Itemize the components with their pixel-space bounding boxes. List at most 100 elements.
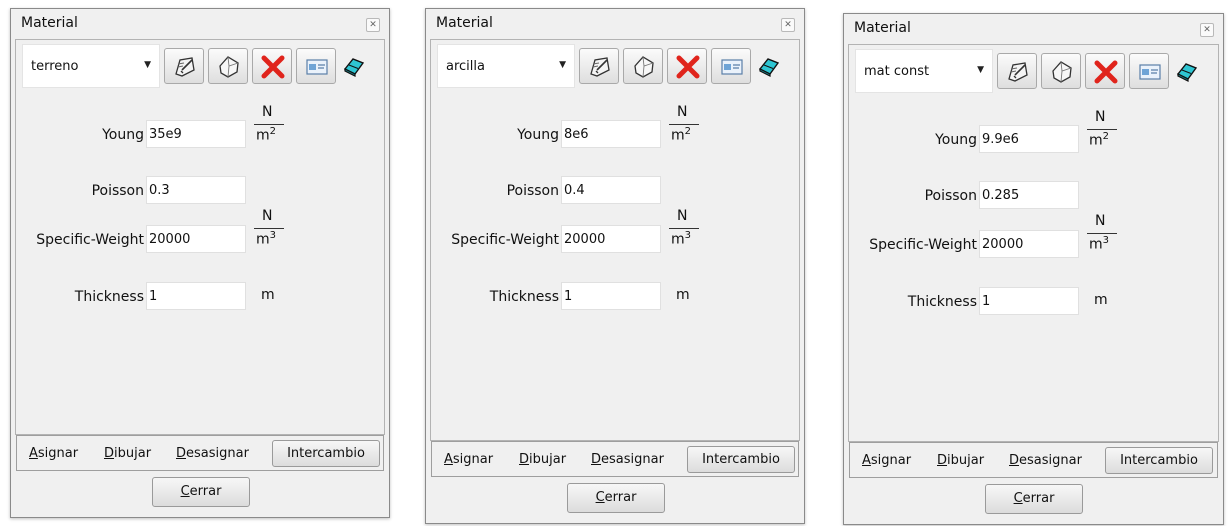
- thickness-field[interactable]: [146, 282, 246, 310]
- assign-accel: A: [444, 452, 453, 467]
- material-properties-icon: [306, 59, 328, 75]
- specific-weight-field[interactable]: [146, 225, 246, 253]
- specific-weight-unit-denominator: m3: [1089, 235, 1109, 253]
- material-content-area: arcilla ▼ Young 8e6 N m2 Poisson 0.4 Spe…: [430, 39, 800, 441]
- draw-link[interactable]: Dibujar: [519, 452, 566, 467]
- exchange-button[interactable]: Intercambio: [272, 440, 380, 467]
- close-window-icon[interactable]: ✕: [781, 18, 795, 32]
- edit-material-button[interactable]: [164, 48, 204, 84]
- specific-weight-label: Specific-Weight: [36, 232, 144, 248]
- poisson-field[interactable]: [979, 181, 1079, 209]
- material-select[interactable]: terreno ▼: [22, 44, 160, 88]
- edit-material-button[interactable]: [997, 53, 1037, 89]
- edit-material-icon: [1008, 62, 1028, 82]
- material-select[interactable]: mat const ▼: [855, 49, 993, 93]
- young-field[interactable]: [146, 120, 246, 148]
- specific-weight-unit-base: m: [256, 231, 270, 248]
- edit-material-icon: [590, 57, 610, 77]
- material-select-value: terreno: [31, 59, 79, 74]
- new-material-button[interactable]: [623, 48, 663, 84]
- draw-link[interactable]: Dibujar: [937, 453, 984, 468]
- unassign-accel: D: [1009, 453, 1020, 468]
- young-label: Young: [102, 127, 144, 143]
- close-accel: C: [595, 490, 605, 505]
- close-label-rest: errar: [1022, 491, 1055, 506]
- draw-link[interactable]: Dibujar: [104, 446, 151, 461]
- unassign-link[interactable]: Desasignar: [591, 452, 664, 467]
- material-properties-button[interactable]: [1129, 53, 1169, 89]
- exchange-button[interactable]: Intercambio: [1105, 447, 1213, 474]
- close-window-icon[interactable]: ✕: [1200, 23, 1214, 37]
- assign-link[interactable]: Asignar: [29, 446, 78, 461]
- material-select-value: arcilla: [446, 59, 485, 74]
- close-button[interactable]: Cerrar: [985, 484, 1083, 514]
- young-label: Young: [517, 127, 559, 143]
- specific-weight-field[interactable]: [561, 225, 661, 253]
- young-unit-numerator: N: [262, 104, 273, 120]
- young-unit-denominator: m2: [1089, 131, 1109, 149]
- close-label-rest: errar: [604, 490, 637, 505]
- young-label: Young: [935, 132, 977, 148]
- young-field[interactable]: [561, 120, 661, 148]
- unassign-label-rest: esasignar: [1019, 453, 1082, 468]
- material-properties-button[interactable]: [711, 48, 751, 84]
- eraser-icon: [343, 58, 365, 77]
- close-button[interactable]: Cerrar: [152, 477, 250, 507]
- poisson-field[interactable]: [561, 176, 661, 204]
- new-material-icon: [219, 56, 239, 78]
- specific-weight-field[interactable]: [979, 230, 1079, 258]
- new-material-icon: [1052, 61, 1072, 83]
- unassign-accel: D: [591, 452, 602, 467]
- poisson-label: Poisson: [506, 183, 559, 199]
- poisson-field[interactable]: [146, 176, 246, 204]
- young-unit-bar: [1087, 129, 1117, 130]
- close-label-rest: errar: [189, 484, 222, 499]
- young-field[interactable]: [979, 125, 1079, 153]
- delete-material-button[interactable]: [1085, 53, 1125, 89]
- specific-weight-unit-bar: [669, 228, 699, 229]
- material-select-value: mat const: [864, 64, 930, 79]
- edit-material-button[interactable]: [579, 48, 619, 84]
- edit-material-icon: [175, 57, 195, 77]
- new-material-icon: [634, 56, 654, 78]
- young-unit-exponent: 2: [684, 126, 692, 137]
- delete-material-button[interactable]: [252, 48, 292, 84]
- specific-weight-unit-bar: [254, 228, 284, 229]
- new-material-button[interactable]: [1041, 53, 1081, 89]
- specific-weight-unit-numerator: N: [262, 208, 273, 224]
- close-button[interactable]: Cerrar: [567, 483, 665, 513]
- action-bar: Asignar Dibujar Desasignar Intercambio: [431, 441, 799, 477]
- specific-weight-unit-exponent: 3: [1102, 235, 1110, 246]
- unassign-label-rest: esasignar: [186, 446, 249, 461]
- young-unit-numerator: N: [1095, 109, 1106, 125]
- close-window-icon[interactable]: ✕: [366, 18, 380, 32]
- unassign-link[interactable]: Desasignar: [1009, 453, 1082, 468]
- draw-label-rest: ibujar: [114, 446, 152, 461]
- draw-accel: D: [104, 446, 115, 461]
- new-material-button[interactable]: [208, 48, 248, 84]
- young-unit-base: m: [256, 127, 270, 144]
- young-unit-bar: [669, 124, 699, 125]
- young-unit-exponent: 2: [269, 126, 277, 137]
- unassign-accel: D: [176, 446, 187, 461]
- eraser-button[interactable]: [342, 54, 366, 78]
- thickness-field[interactable]: [979, 287, 1079, 315]
- eraser-button[interactable]: [1175, 59, 1199, 83]
- thickness-field[interactable]: [561, 282, 661, 310]
- specific-weight-unit-denominator: m3: [256, 230, 276, 248]
- assign-accel: A: [862, 453, 871, 468]
- specific-weight-unit-base: m: [1089, 236, 1103, 253]
- eraser-button[interactable]: [757, 54, 781, 78]
- exchange-button[interactable]: Intercambio: [687, 446, 795, 473]
- delete-material-button[interactable]: [667, 48, 707, 84]
- unassign-link[interactable]: Desasignar: [176, 446, 249, 461]
- thickness-label: Thickness: [907, 294, 977, 310]
- assign-link[interactable]: Asignar: [862, 453, 911, 468]
- material-select[interactable]: arcilla ▼: [437, 44, 575, 88]
- material-properties-icon: [1139, 64, 1161, 80]
- assign-label-rest: signar: [37, 446, 79, 461]
- assign-link[interactable]: Asignar: [444, 452, 493, 467]
- window-title: Material: [21, 15, 78, 31]
- thickness-label: Thickness: [74, 289, 144, 305]
- material-properties-button[interactable]: [296, 48, 336, 84]
